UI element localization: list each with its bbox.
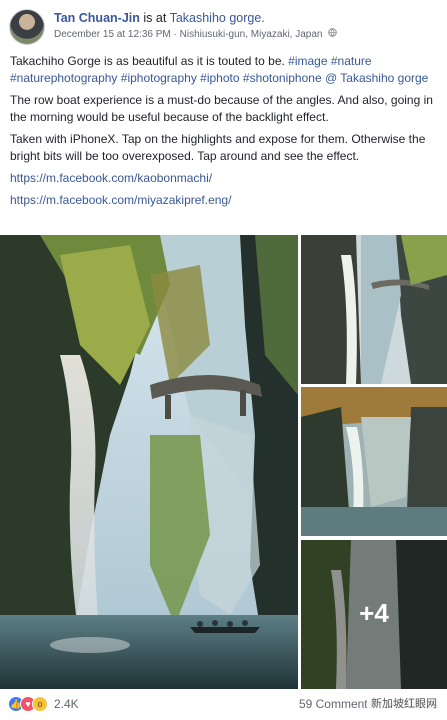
hashtag-shotoniphone[interactable]: #shotoniphone — [243, 71, 322, 85]
post-body: Takachiho Gorge is as beautiful as it is… — [10, 53, 440, 214]
wow-icon: o — [32, 696, 48, 712]
post-header: Tan Chuan-Jin is at Takashiho gorge. Dec… — [0, 0, 447, 48]
post-date[interactable]: December 15 at 12:36 PM — [54, 29, 171, 40]
post-paragraph-2: The row boat experience is a must-do bec… — [10, 93, 433, 124]
reaction-count[interactable]: 2.4K — [54, 697, 79, 711]
link-kaobonmachi[interactable]: https://m.facebook.com/kaobonmachi/ — [10, 170, 440, 187]
hashtag-iphoto[interactable]: #iphoto — [200, 71, 239, 85]
hashtag-nature[interactable]: #nature — [331, 54, 372, 68]
is-at-text: is at — [143, 11, 167, 25]
globe-icon — [328, 28, 338, 40]
at-location-link[interactable]: @ Takashiho gorge — [325, 71, 428, 85]
photo-main[interactable] — [0, 235, 298, 689]
post-meta: December 15 at 12:36 PM · Nishiusuki-gun… — [54, 28, 338, 40]
link-miyazakipref[interactable]: https://m.facebook.com/miyazakipref.eng/ — [10, 192, 440, 209]
hashtag-iphotography[interactable]: #iphotography — [121, 71, 197, 85]
hashtag-image[interactable]: #image — [288, 54, 327, 68]
author-name[interactable]: Tan Chuan-Jin — [54, 11, 140, 25]
photo-grid: +4 — [0, 235, 447, 689]
photo-thumb-1[interactable] — [301, 235, 447, 384]
more-photos-count: +4 — [359, 598, 389, 628]
author-avatar[interactable] — [9, 9, 45, 45]
watermark-badge: 新加坡红眼网 — [367, 693, 441, 713]
post-location[interactable]: Nishiusuki-gun, Miyazaki, Japan — [180, 29, 323, 40]
paragraph-1-text: Takachiho Gorge is as beautiful as it is… — [10, 54, 289, 68]
photo-thumb-more[interactable]: +4 — [301, 540, 447, 689]
post-paragraph-1: Takachiho Gorge is as beautiful as it is… — [10, 53, 440, 87]
post-author-line: Tan Chuan-Jin is at Takashiho gorge. — [54, 11, 265, 25]
photo-thumb-2[interactable] — [301, 387, 447, 536]
meta-separator: · — [173, 29, 177, 40]
post-footer: 👍 ♥ o 2.4K 59 Comments · 54 Shares 新加坡红眼… — [0, 689, 447, 720]
post-paragraph-3: Taken with iPhoneX. Tap on the highlight… — [10, 132, 426, 163]
hashtag-naturephotography[interactable]: #naturephotography — [10, 71, 117, 85]
place-link[interactable]: Takashiho gorge. — [170, 11, 265, 25]
